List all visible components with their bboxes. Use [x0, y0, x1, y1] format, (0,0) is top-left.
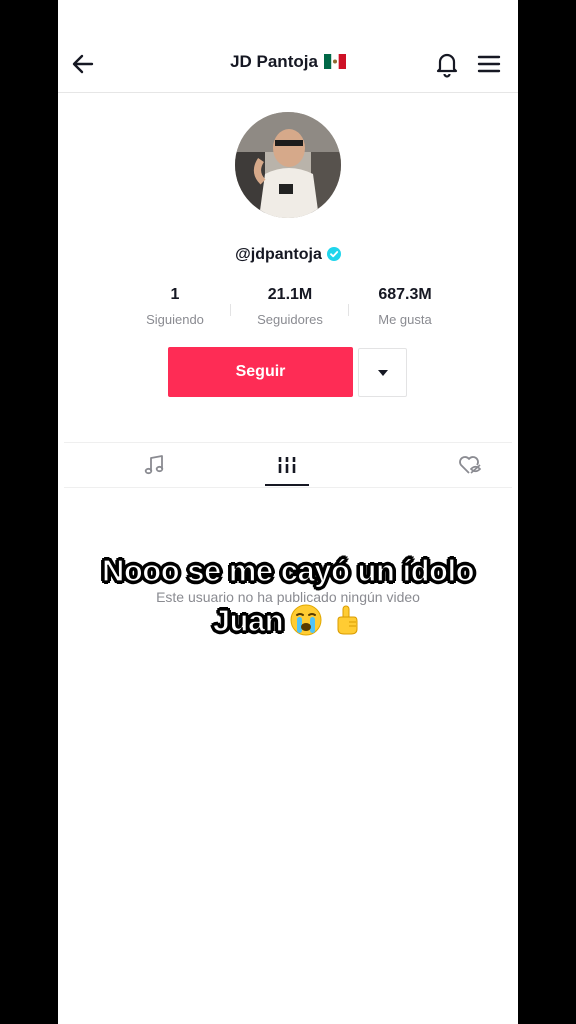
- stat-divider: [230, 304, 231, 316]
- stat-likes[interactable]: 687.3M Me gusta: [350, 286, 460, 327]
- more-options-button[interactable]: [358, 348, 407, 397]
- music-note-icon: [144, 455, 164, 475]
- following-label: Siguiendo: [146, 312, 204, 327]
- crying-face-emoji: [289, 603, 323, 637]
- overlay-caption-name: Juan: [212, 602, 284, 638]
- following-count: 1: [170, 286, 180, 303]
- tab-music[interactable]: [124, 443, 184, 487]
- pointing-up-emoji: [329, 603, 363, 637]
- grid-icon: [278, 457, 296, 473]
- caret-down-icon: [377, 369, 388, 376]
- followers-label: Seguidores: [257, 312, 323, 327]
- mexico-flag-icon: [323, 54, 346, 74]
- stat-following[interactable]: 1 Siguiendo: [120, 286, 230, 327]
- followers-count: 21.1M: [267, 286, 313, 303]
- profile-photo: [235, 112, 341, 218]
- username-row: @jdpantoja: [58, 246, 518, 264]
- hamburger-menu-icon: [477, 55, 501, 73]
- notifications-button[interactable]: [433, 49, 461, 79]
- overlay-caption-line1: Nooo se me cayó un ídolo: [101, 552, 475, 588]
- verified-badge-icon: [326, 247, 341, 261]
- tab-videos[interactable]: [257, 443, 317, 487]
- profile-screen: JD Pantoja @jdpantoja 1 Siguiendo 21.1M …: [58, 0, 518, 1024]
- avatar[interactable]: [235, 112, 341, 218]
- follow-button[interactable]: Seguir: [168, 347, 353, 397]
- stat-followers[interactable]: 21.1M Seguidores: [235, 286, 345, 327]
- username: @jdpantoja: [235, 246, 322, 263]
- tab-liked[interactable]: [440, 443, 500, 487]
- overlay-caption-line2: Juan: [58, 602, 518, 639]
- likes-label: Me gusta: [378, 312, 432, 327]
- bell-icon: [436, 53, 458, 78]
- top-bar: JD Pantoja: [58, 36, 518, 93]
- profile-name: JD Pantoja: [230, 52, 318, 71]
- stat-divider: [348, 304, 349, 316]
- likes-count: 687.3M: [378, 286, 432, 303]
- profile-stats: 1 Siguiendo 21.1M Seguidores 687.3M Me g…: [120, 286, 460, 330]
- liked-hidden-icon: [459, 456, 482, 474]
- active-tab-indicator: [265, 484, 309, 486]
- menu-button[interactable]: [476, 49, 502, 79]
- content-tabs: [64, 442, 512, 488]
